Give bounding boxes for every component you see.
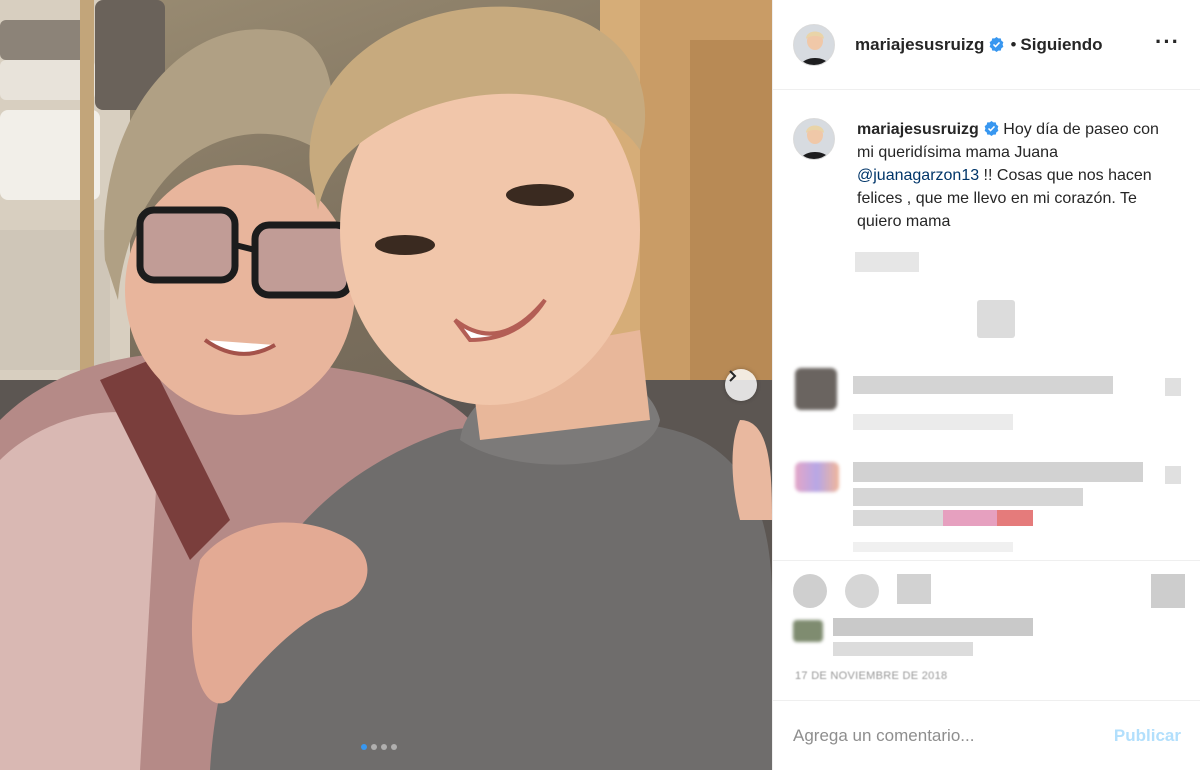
chevron-right-icon: [729, 370, 737, 382]
caption-username[interactable]: mariajesusruizg: [857, 121, 979, 138]
blurred-comment-text: [853, 510, 1033, 526]
carousel-indicator: [361, 744, 397, 750]
comment-icon[interactable]: [845, 574, 879, 608]
blurred-comment-meta: [853, 414, 1013, 430]
post-side-panel: mariajesusruizg • Siguiendo ··· mariajes…: [772, 0, 1200, 770]
header-separator: •: [1010, 34, 1017, 54]
comment-bar: Publicar: [773, 700, 1200, 770]
carousel-dot: [371, 744, 377, 750]
bookmark-icon[interactable]: [1151, 574, 1185, 608]
blurred-commenter-avatar: [795, 368, 837, 410]
blurred-comment-text: [853, 376, 1113, 394]
blurred-time: [855, 252, 919, 272]
following-button[interactable]: Siguiendo: [1020, 35, 1102, 55]
caption-mention-link[interactable]: @juanagarzon13: [857, 167, 979, 184]
carousel-dot: [391, 744, 397, 750]
carousel-next-button[interactable]: [725, 369, 757, 401]
blurred-commenter-avatar: [795, 462, 839, 492]
publish-button[interactable]: Publicar: [1114, 726, 1181, 746]
carousel-dot: [381, 744, 387, 750]
carousel-dot-active: [361, 744, 367, 750]
caption-avatar[interactable]: [793, 118, 835, 160]
blurred-comment-text: [853, 462, 1143, 482]
more-dots-icon[interactable]: ···: [1155, 29, 1180, 61]
blurred-likes-text: [833, 618, 1033, 636]
share-icon[interactable]: [897, 574, 931, 604]
post-username[interactable]: mariajesusruizg: [855, 35, 984, 55]
blurred-like-icon: [1165, 466, 1181, 484]
post-caption: mariajesusruizg Hoy día de paseo con mi …: [773, 90, 1200, 233]
avatar[interactable]: [793, 23, 835, 66]
verified-badge-icon: [984, 121, 999, 136]
photo-illustration: [0, 0, 772, 770]
liked-by-avatar: [793, 620, 823, 642]
actions-divider: [773, 560, 1200, 561]
blurred-likes-text: [833, 642, 973, 656]
post-photo[interactable]: [0, 0, 772, 770]
blurred-like-icon: [1165, 378, 1181, 396]
blurred-load-more-icon: [977, 300, 1015, 338]
post-date: 17 de noviembre de 2018: [795, 670, 948, 682]
blurred-comment-meta: [853, 542, 1013, 552]
blurred-comment-text: [853, 488, 1083, 506]
verified-badge-icon: [990, 37, 1004, 52]
like-icon[interactable]: [793, 574, 827, 608]
post-header: mariajesusruizg • Siguiendo ···: [773, 0, 1200, 90]
comment-input[interactable]: [793, 725, 1083, 746]
caption-text: mariajesusruizg Hoy día de paseo con mi …: [857, 118, 1180, 233]
